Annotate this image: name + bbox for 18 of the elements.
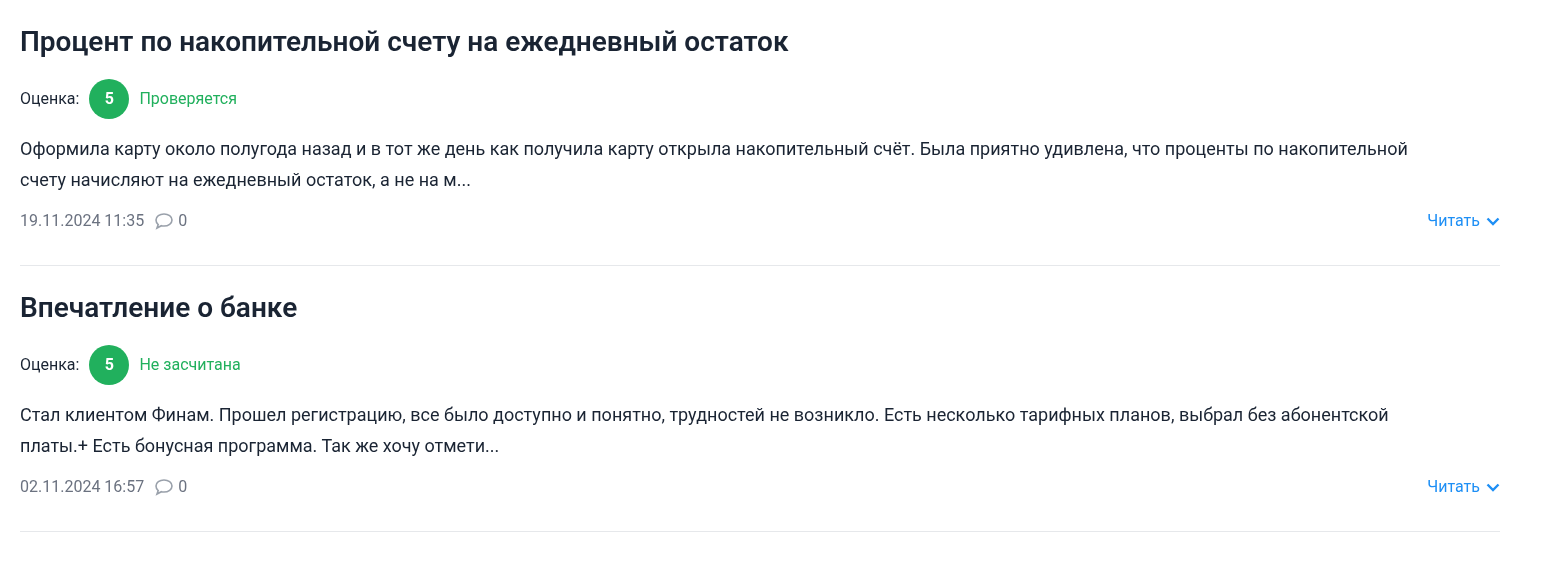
rating-label: Оценка: <box>20 354 80 376</box>
review-text: Стал клиентом Финам. Прошел регистрацию, все было доступно и понятно, трудностей не возникло. Есть несколько тарифных планов, выбрал без абонентской платы.+ Есть бонусная программа. Так же хочу отмети... <box>20 403 1390 458</box>
review-date: 19.11.2024 11:35 <box>20 210 145 232</box>
review-title[interactable]: Впечатление о банке <box>20 290 1500 326</box>
review-text: Оформила карту около полугода назад и в тот же день как получила карту открыла накопительный счёт. Была приятно удивлена, что проценты по накопительной счету начисляют на ежедневный остаток, а не на м... <box>20 137 1409 192</box>
review-date: 02.11.2024 16:57 <box>20 476 145 498</box>
status-label: Не засчитана <box>139 354 241 376</box>
chevron-down-icon <box>1486 216 1500 226</box>
rating-label: Оценка: <box>20 88 80 110</box>
comment-count: 0 <box>178 210 188 232</box>
review-title[interactable]: Процент по накопительной счету на ежедневный остаток <box>20 24 1500 60</box>
comment-icon <box>154 478 175 496</box>
comment-icon <box>154 212 175 230</box>
score-badge: 5 <box>89 345 130 385</box>
score-badge: 5 <box>89 79 130 119</box>
chevron-down-icon <box>1486 482 1500 492</box>
comment-count: 0 <box>178 476 188 498</box>
status-label: Проверяется <box>139 88 237 110</box>
